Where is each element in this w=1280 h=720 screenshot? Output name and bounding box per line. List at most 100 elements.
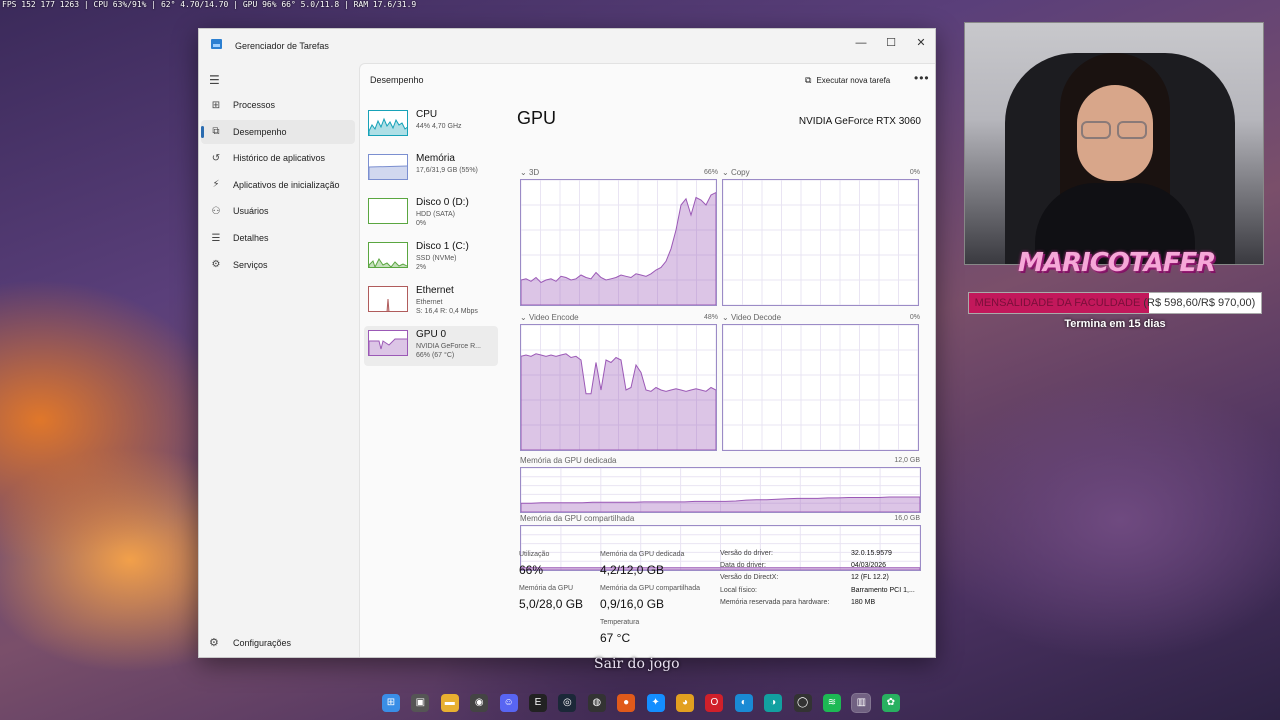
engine-name: Copy [730, 168, 750, 177]
chevron-down-icon[interactable]: ⌄ [722, 313, 731, 322]
gpu-mem-value: 5,0/28,0 GB [519, 597, 584, 611]
engine-label-video-decode: ⌄ Video Decode [722, 313, 781, 322]
sidebar-item-aplicativos-de-inicializacao[interactable]: ⚡ Aplicativos de inicialização [201, 173, 355, 197]
driver-info-value: 32.0.15.9579 [851, 550, 892, 557]
steam-icon[interactable]: ◎ [558, 694, 577, 712]
engine-name: Video Encode [528, 313, 579, 322]
device-item-memoria[interactable]: Memória 17,6/31,9 GB (55%) [364, 150, 498, 190]
goal-amount: (R$ 598,60/R$ 970,00) [1143, 297, 1256, 309]
more-options-button[interactable]: ••• [914, 71, 930, 85]
driver-info-value: 04/03/2026 [851, 562, 887, 570]
chevron-down-icon[interactable]: ⌄ [722, 168, 731, 177]
battlenet-icon[interactable]: ✦ [646, 694, 665, 712]
device-detail-2: 66% (67 °C) [416, 352, 455, 359]
opera-icon[interactable]: O [705, 694, 724, 712]
device-thumbnail-graph [368, 110, 408, 136]
hamburger-menu-icon[interactable]: ☰ [209, 73, 220, 87]
task-manager-icon[interactable]: ▥ [851, 693, 872, 713]
sidebar-item-desempenho[interactable]: ⧉ Desempenho [201, 119, 355, 144]
settings-label: Configurações [233, 637, 292, 648]
sidebar-item-processos[interactable]: ⊞ Processos [201, 93, 355, 117]
history-icon: ↺ [211, 152, 221, 164]
spotify-icon[interactable]: ≋ [823, 694, 841, 712]
device-item-cpu[interactable]: CPU 44% 4,70 GHz [364, 106, 498, 146]
device-thumbnail-graph [368, 330, 408, 356]
details-icon: ☰ [211, 232, 221, 244]
device-name: Disco 1 (C:) [416, 241, 469, 252]
goal-text: MENSALIDADE DA FACULDADE (R$ 598,60/R$ 9… [969, 297, 1261, 309]
sidebar-item-label: Detalhes [233, 233, 269, 243]
gpu-model-name: NVIDIA GeForce RTX 3060 [798, 116, 921, 127]
chevron-down-icon[interactable]: ⌄ [520, 313, 529, 322]
sidebar-item-servicos[interactable]: ⚙ Serviços [201, 253, 355, 277]
run-task-icon: ⧉ [805, 75, 812, 85]
temperature-label: Temperatura [600, 619, 640, 626]
device-detail: HDD (SATA) [416, 211, 456, 218]
run-task-label: Executar nova tarefa [816, 76, 891, 85]
engine-percent: 66% [703, 169, 718, 176]
utilization-label: Utilização [519, 551, 550, 558]
maximize-button[interactable]: ☐ [877, 33, 905, 53]
sidebar-item-label: Usuários [233, 206, 269, 217]
temperature-value: 67 °C [600, 631, 631, 645]
device-detail-2: 0% [416, 220, 427, 227]
device-name: GPU 0 [416, 329, 447, 340]
utilization-value: 66% [519, 563, 544, 577]
driver-info-value: 180 MB [851, 598, 876, 606]
shared-mem-label: Memória da GPU compartilhada [520, 514, 635, 523]
taskbar: ⊞ ▣ ▬ ◉ ☺ E ◎ ◍ ● ✦ ◕ O ◐ ◑ ◯ ≋ ▥ ✿ [0, 688, 1280, 720]
driver-info-value: Barramento PCI 1,... [851, 586, 915, 594]
glasses-left [1081, 121, 1111, 139]
gpu-heading: GPU [517, 108, 557, 128]
sidebar-item-usuarios[interactable]: ⚇ Usuários [201, 199, 355, 223]
device-item-disco-1-c[interactable]: Disco 1 (C:) SSD (NVMe) 2% [364, 238, 498, 278]
minimize-button[interactable]: — [847, 33, 875, 53]
performance-panel: Desempenho ⧉ Executar nova tarefa ••• CP… [359, 63, 935, 657]
device-thumbnail-graph [368, 242, 408, 268]
settings-item[interactable]: ⚙ Configurações [209, 636, 291, 649]
app-icon-2[interactable]: ◑ [764, 694, 783, 712]
driver-info-key: Versão do DirectX: [720, 574, 779, 582]
device-item-gpu-0[interactable]: GPU 0 NVIDIA GeForce R... 66% (67 °C) [364, 326, 498, 366]
driver-info-key: Versão do driver: [720, 550, 773, 557]
device-detail-2: 2% [416, 264, 427, 271]
close-button[interactable]: ✕ [907, 33, 935, 53]
sidebar-item-historico-de-aplicativos[interactable]: ↺ Histórico de aplicativos [201, 146, 355, 170]
task-view-icon[interactable]: ▣ [411, 694, 430, 712]
dedicated-mem-graph [520, 467, 921, 513]
app-icon[interactable]: ◉ [470, 694, 489, 712]
startup-icon: ⚡ [212, 179, 220, 191]
shared-mem-value: 0,9/16,0 GB [600, 597, 665, 611]
device-item-disco-0-d[interactable]: Disco 0 (D:) HDD (SATA) 0% [364, 194, 498, 234]
file-explorer-icon[interactable]: ▬ [440, 694, 459, 712]
shared-mem-max: 16,0 GB [894, 515, 920, 522]
engine-graph-video-encode [520, 324, 717, 451]
chevron-down-icon[interactable]: ⌄ [520, 168, 529, 177]
title-bar[interactable]: Gerenciador de Tarefas — ☐ ✕ [199, 29, 935, 63]
device-item-ethernet[interactable]: Ethernet Ethernet S: 16,4 R: 0,4 Mbps [364, 282, 498, 322]
chrome-icon[interactable]: ◕ [676, 694, 694, 712]
obs-icon[interactable]: ◍ [587, 694, 606, 712]
engine-graph-video-decode [722, 324, 919, 451]
gpu-mem-label: Memória da GPU [519, 585, 574, 592]
discord-icon[interactable]: ☺ [499, 694, 518, 712]
game-exit-caption: Sair do jogo [594, 656, 680, 672]
windows-start-icon[interactable]: ⊞ [382, 694, 400, 712]
sidebar-item-label: Histórico de aplicativos [233, 153, 326, 164]
goal-deadline: Termina em 15 dias [1064, 318, 1166, 330]
origin-icon[interactable]: ● [617, 694, 636, 712]
dedicated-mem-value: 4,2/12,0 GB [600, 563, 665, 577]
github-icon[interactable]: ◯ [793, 694, 812, 712]
run-new-task-button[interactable]: ⧉ Executar nova tarefa [805, 75, 890, 86]
sidebar-item-detalhes[interactable]: ☰ Detalhes [201, 226, 355, 250]
engine-percent: 48% [703, 314, 718, 321]
epic-games-icon[interactable]: E [529, 694, 547, 712]
dedicated-mem-label: Memória da GPU dedicada [520, 456, 617, 465]
apps-grid-icon: ⊞ [211, 99, 221, 111]
device-detail: Ethernet [416, 299, 443, 306]
device-name: Ethernet [416, 285, 454, 296]
engine-name: Video Decode [730, 313, 782, 322]
app-icon-3[interactable]: ✿ [881, 694, 900, 712]
edge-icon[interactable]: ◐ [734, 694, 753, 712]
device-detail: 44% 4,70 GHz [416, 123, 462, 130]
